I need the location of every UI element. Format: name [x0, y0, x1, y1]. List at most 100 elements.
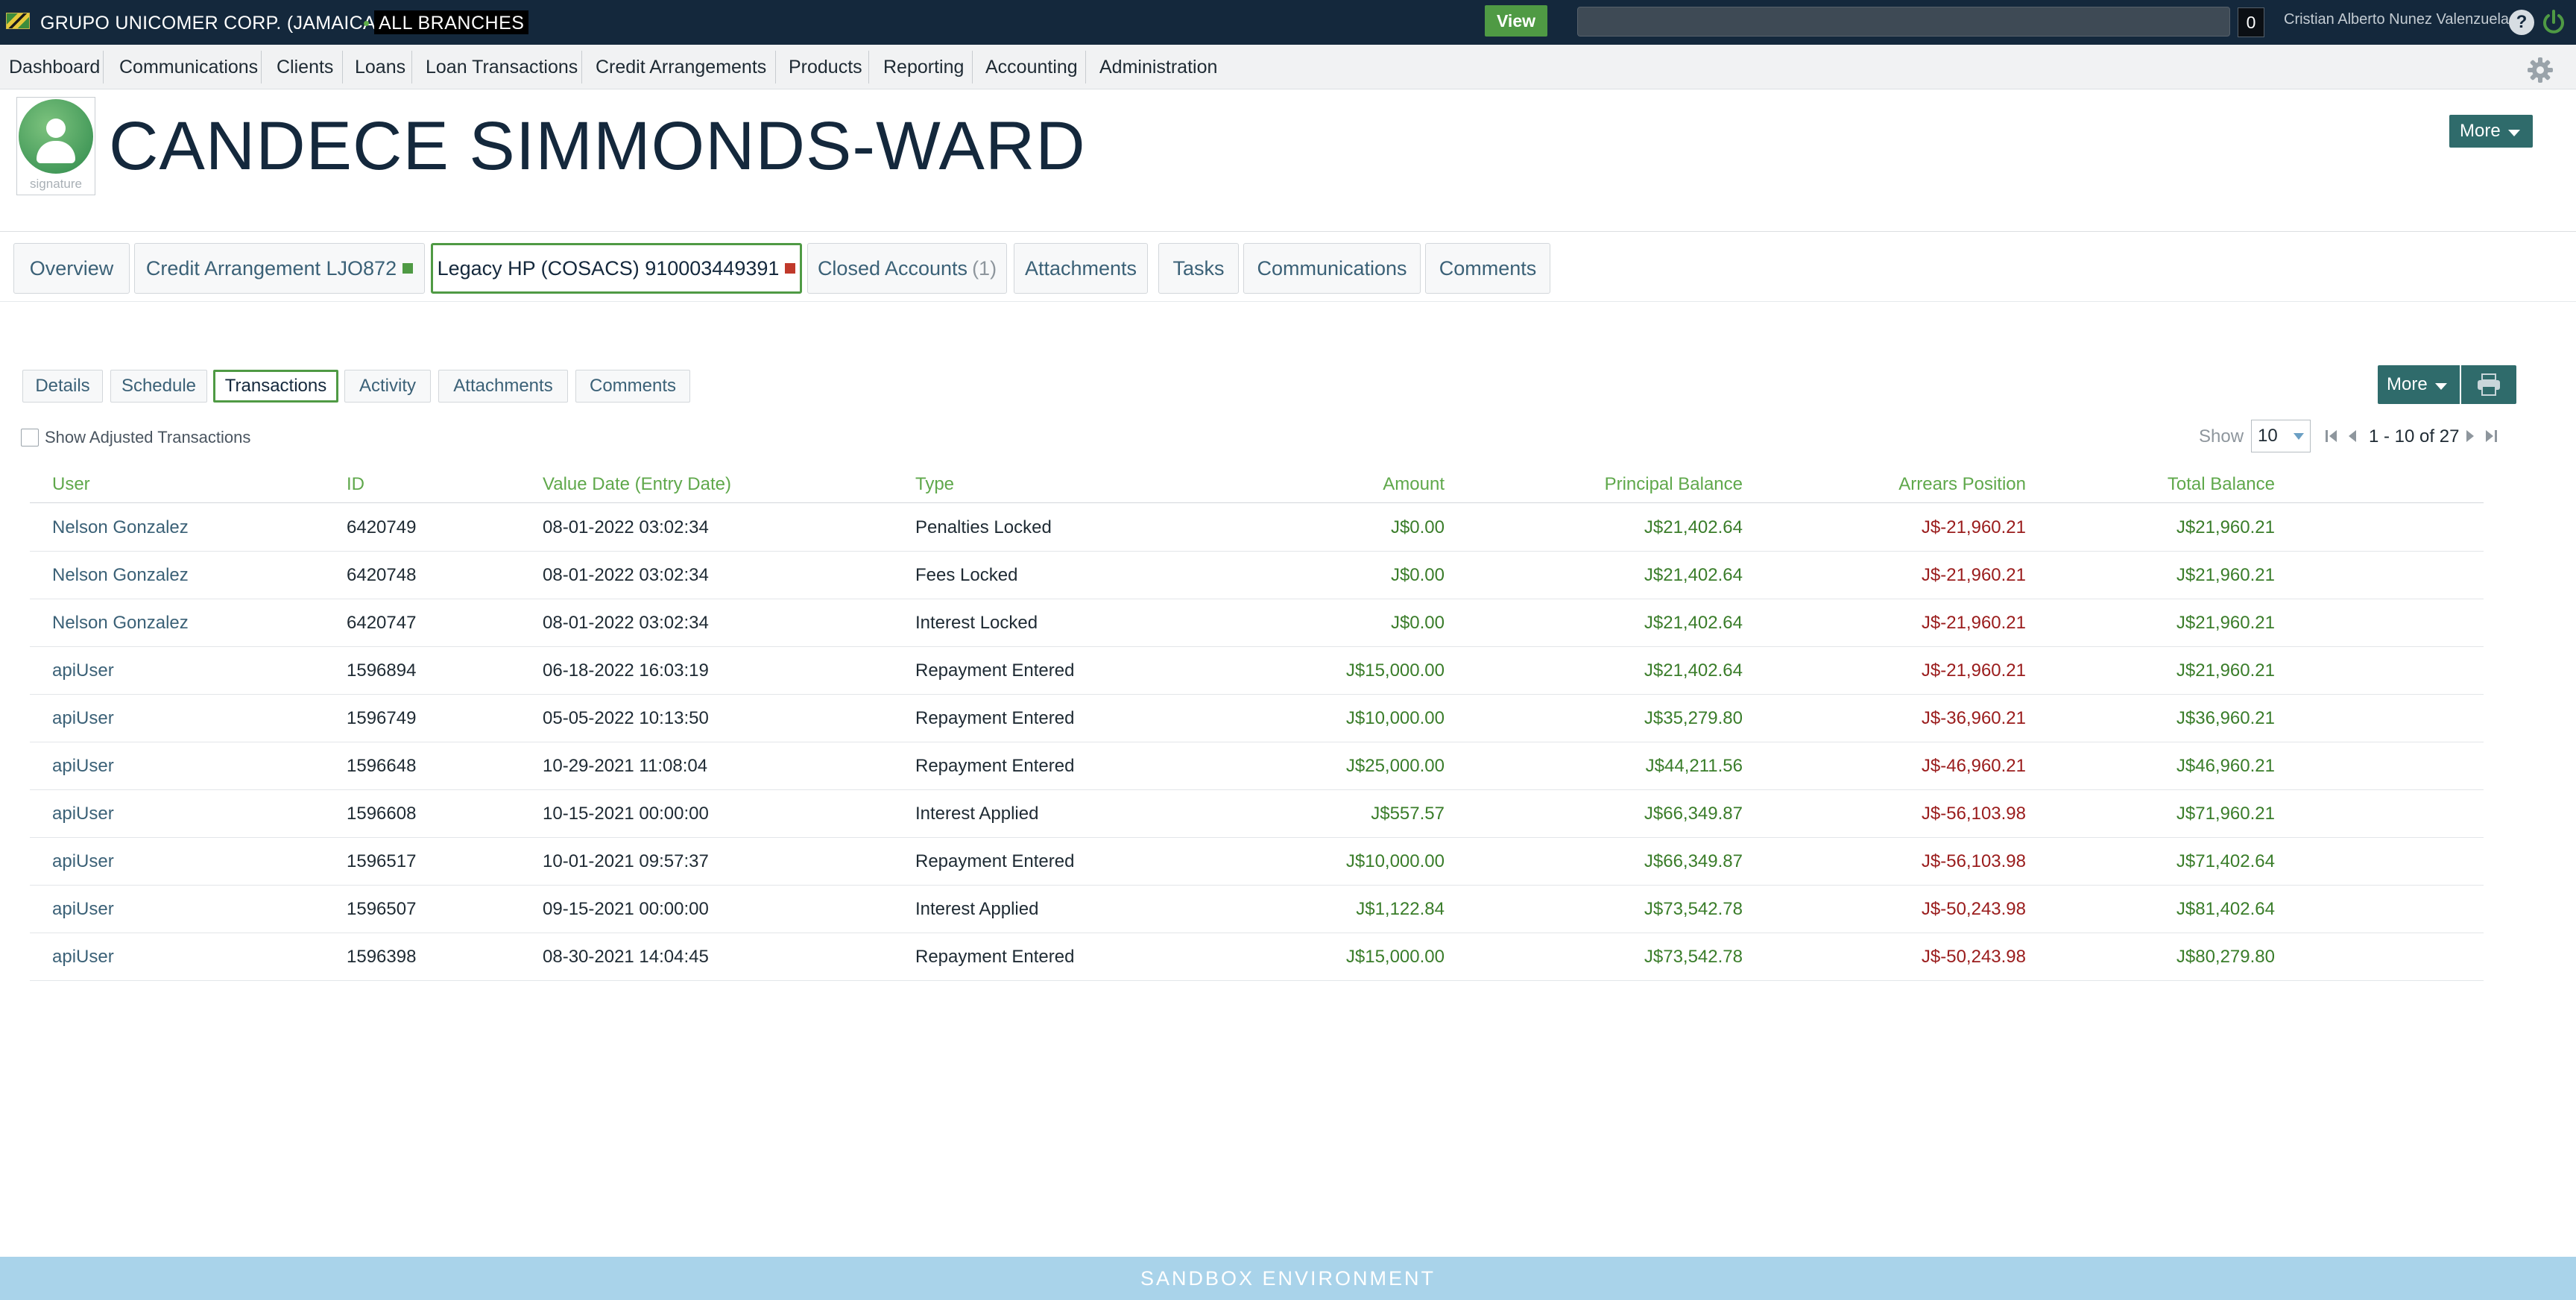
cell-user[interactable]: Nelson Gonzalez	[52, 565, 189, 586]
cell-amount: J$10,000.00	[1345, 708, 1445, 728]
cell-arrears-position: J$-21,960.21	[1921, 660, 2026, 681]
cell-value-date: 08-01-2022 03:02:34	[543, 517, 709, 537]
tab-attachments[interactable]: Attachments	[1014, 243, 1148, 294]
nav-loans[interactable]: Loans	[355, 45, 405, 89]
subtab-transactions[interactable]: Transactions	[213, 370, 338, 403]
subtab-activity[interactable]: Activity	[344, 370, 431, 403]
tab-legacy-hp[interactable]: Legacy HP (COSACS) 910003449391	[431, 243, 802, 294]
header-more-button[interactable]: More	[2449, 115, 2533, 148]
nav-clients[interactable]: Clients	[277, 45, 333, 89]
caret-down-icon	[2434, 382, 2447, 390]
caret-down-icon	[2507, 129, 2520, 136]
table-row[interactable]: apiUser 1596507 09-15-2021 00:00:00 Interes…	[30, 886, 2484, 933]
cell-user[interactable]: Nelson Gonzalez	[52, 613, 189, 634]
column-header-principal-balance[interactable]: Principal Balance	[1535, 474, 1743, 495]
cell-principal-balance: J$73,542.78	[1644, 899, 1743, 919]
first-page-icon[interactable]	[2324, 428, 2339, 444]
nav-administration[interactable]: Administration	[1099, 45, 1217, 89]
user-name[interactable]: Cristian Alberto Nunez Valenzuela	[2284, 11, 2509, 28]
table-row[interactable]: Nelson Gonzalez 6420749 08-01-2022 03:02:3…	[30, 504, 2484, 552]
branch-selector[interactable]: ALL BRANCHES	[374, 10, 529, 34]
table-row[interactable]: Nelson Gonzalez 6420748 08-01-2022 03:02:3…	[30, 552, 2484, 599]
cell-type: Interest Applied	[915, 899, 1039, 919]
cell-type: Repayment Entered	[915, 851, 1075, 871]
nav-credit-arrangements[interactable]: Credit Arrangements	[596, 45, 766, 89]
cell-type: Penalties Locked	[915, 517, 1052, 537]
cell-user[interactable]: apiUser	[52, 660, 114, 681]
cell-amount: J$0.00	[1390, 613, 1445, 633]
cell-amount: J$25,000.00	[1345, 756, 1445, 776]
client-avatar-card[interactable]: signature	[16, 97, 95, 195]
tab-closed-accounts[interactable]: Closed Accounts (1)	[807, 243, 1007, 294]
subtab-comments[interactable]: Comments	[575, 370, 690, 403]
nav-loan-transactions[interactable]: Loan Transactions	[426, 45, 578, 89]
table-row[interactable]: apiUser 1596749 05-05-2022 10:13:50 Repayme…	[30, 695, 2484, 742]
divider	[0, 301, 2576, 302]
column-header-type[interactable]: Type	[915, 474, 954, 495]
help-icon[interactable]: ?	[2509, 10, 2534, 35]
flag-icon	[6, 13, 30, 29]
cell-user[interactable]: apiUser	[52, 851, 114, 872]
table-row[interactable]: apiUser 1596517 10-01-2021 09:57:37 Repayme…	[30, 838, 2484, 886]
view-button[interactable]: View	[1485, 5, 1547, 37]
search-count: 0	[2238, 7, 2264, 37]
tab-comments[interactable]: Comments	[1425, 243, 1550, 294]
cell-total-balance: J$71,402.64	[2176, 851, 2275, 871]
nav-divider	[342, 51, 343, 83]
subtab-attachments[interactable]: Attachments	[438, 370, 568, 403]
column-header-user[interactable]: User	[52, 474, 90, 495]
last-page-icon[interactable]	[2484, 428, 2498, 444]
cell-user[interactable]: apiUser	[52, 708, 114, 729]
tab-overview[interactable]: Overview	[13, 243, 130, 294]
cell-user[interactable]: apiUser	[52, 804, 114, 824]
actions-more-button[interactable]: More	[2378, 365, 2460, 404]
cell-user[interactable]: apiUser	[52, 947, 114, 968]
print-button[interactable]	[2461, 365, 2516, 404]
tab-communications[interactable]: Communications	[1243, 243, 1421, 294]
printer-icon	[2478, 373, 2500, 396]
company-name[interactable]: GRUPO UNICOMER CORP. (JAMAICA)	[40, 13, 382, 34]
column-header-amount[interactable]: Amount	[1267, 474, 1445, 495]
table-row[interactable]: apiUser 1596398 08-30-2021 14:04:45 Repayme…	[30, 933, 2484, 981]
cell-principal-balance: J$35,279.80	[1644, 708, 1743, 728]
column-header-total-balance[interactable]: Total Balance	[2068, 474, 2275, 495]
header-more-label: More	[2460, 121, 2501, 141]
page-size-select[interactable]: 10	[2251, 420, 2311, 452]
column-header-arrears-position[interactable]: Arrears Position	[1819, 474, 2026, 495]
table-row[interactable]: apiUser 1596894 06-18-2022 16:03:19 Repayme…	[30, 647, 2484, 695]
tab-tasks[interactable]: Tasks	[1158, 243, 1239, 294]
prev-page-icon[interactable]	[2345, 428, 2360, 444]
nav-dashboard[interactable]: Dashboard	[9, 45, 100, 89]
subtab-schedule[interactable]: Schedule	[110, 370, 207, 403]
cell-type: Interest Applied	[915, 804, 1039, 824]
nav-communications[interactable]: Communications	[119, 45, 258, 89]
cell-user[interactable]: Nelson Gonzalez	[52, 517, 189, 538]
gear-icon[interactable]	[2527, 57, 2554, 83]
cell-id: 1596749	[347, 708, 417, 728]
cell-value-date: 10-29-2021 11:08:04	[543, 756, 708, 776]
table-row[interactable]: Nelson Gonzalez 6420747 08-01-2022 03:02:3…	[30, 599, 2484, 647]
cell-type: Fees Locked	[915, 565, 1018, 585]
nav-reporting[interactable]: Reporting	[883, 45, 964, 89]
table-row[interactable]: apiUser 1596608 10-15-2021 00:00:00 Interes…	[30, 790, 2484, 838]
cell-id: 6420747	[347, 613, 417, 633]
next-page-icon[interactable]	[2463, 428, 2478, 444]
column-header-value-date[interactable]: Value Date (Entry Date)	[543, 474, 731, 495]
cell-id: 1596648	[347, 756, 417, 776]
cell-arrears-position: J$-46,960.21	[1921, 756, 2026, 776]
cell-type: Repayment Entered	[915, 756, 1075, 776]
nav-divider	[261, 51, 262, 83]
power-icon[interactable]	[2539, 7, 2569, 37]
cell-user[interactable]: apiUser	[52, 899, 114, 920]
cell-user[interactable]: apiUser	[52, 756, 114, 777]
divider	[0, 231, 2576, 232]
tab-credit-arrangement[interactable]: Credit Arrangement LJO872	[134, 243, 425, 294]
column-header-id[interactable]: ID	[347, 474, 364, 495]
show-adjusted-checkbox[interactable]	[21, 429, 39, 447]
nav-products[interactable]: Products	[789, 45, 862, 89]
table-row[interactable]: apiUser 1596648 10-29-2021 11:08:04 Repayme…	[30, 742, 2484, 790]
nav-accounting[interactable]: Accounting	[985, 45, 1078, 89]
subtab-details[interactable]: Details	[22, 370, 103, 403]
search-input[interactable]	[1577, 7, 2230, 37]
show-adjusted-label[interactable]: Show Adjusted Transactions	[45, 428, 250, 447]
